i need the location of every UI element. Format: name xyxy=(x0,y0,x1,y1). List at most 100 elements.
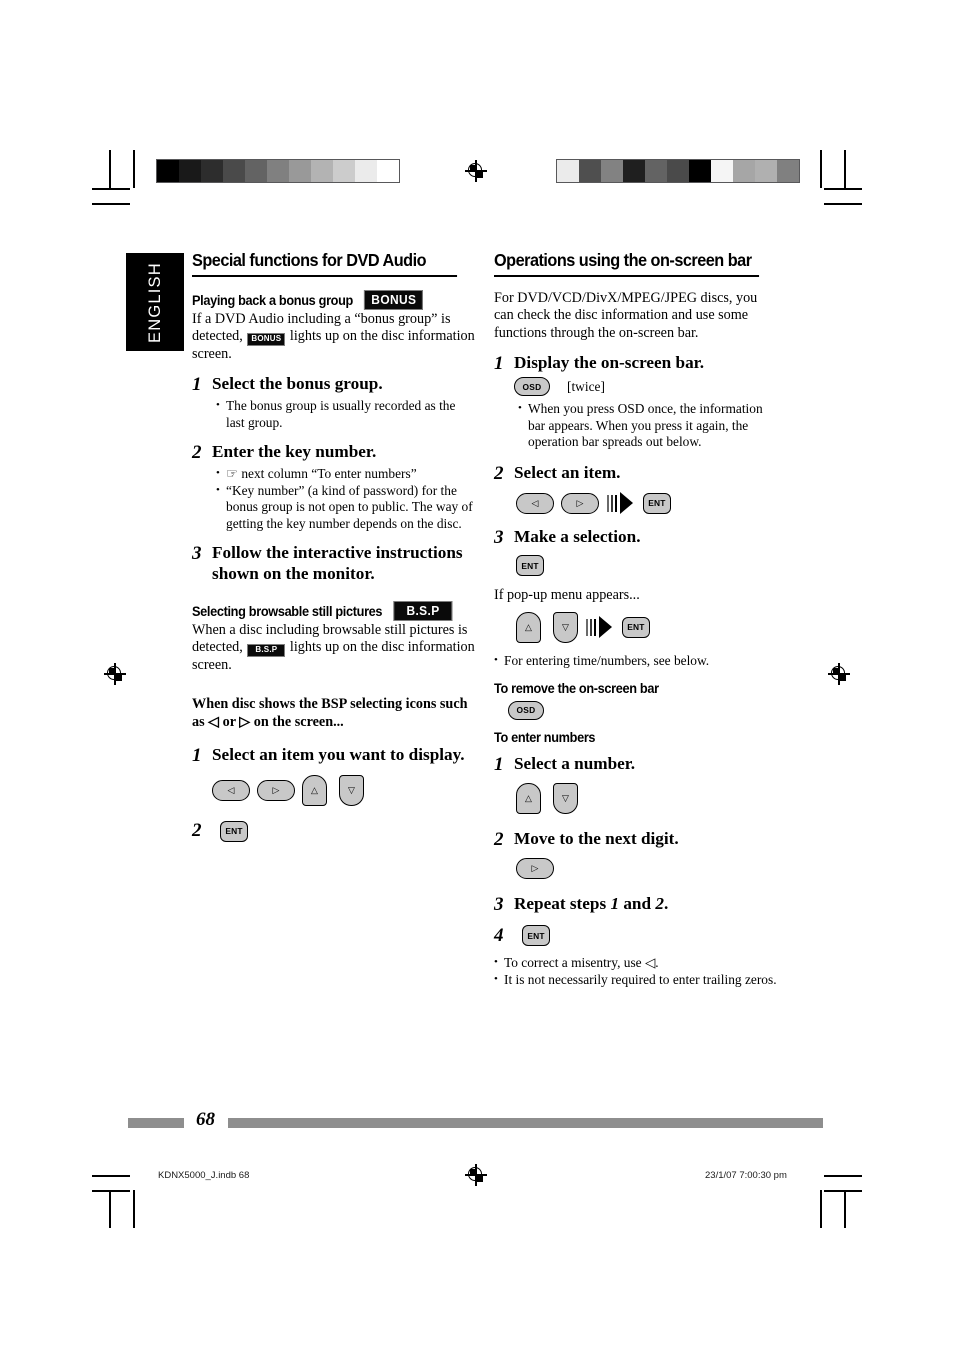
up-arrow-icon: △ xyxy=(525,792,532,803)
registration-mark-bottom xyxy=(465,1164,487,1186)
calibration-swatch-9 xyxy=(355,160,377,182)
calibration-swatch-8 xyxy=(733,160,755,182)
footer-timestamp: 23/1/07 7:00:30 pm xyxy=(705,1170,787,1181)
list-item: To correct a misentry, use ◁. xyxy=(494,954,779,971)
osd-key-label: OSD xyxy=(522,381,542,392)
calibration-swatch-1 xyxy=(179,160,201,182)
ent-key[interactable]: ENT xyxy=(522,925,550,947)
calibration-swatch-7 xyxy=(711,160,733,182)
left-arrow-icon: ◁ xyxy=(227,785,235,796)
step-number: 4 xyxy=(494,924,504,946)
right-arrow-key[interactable]: ▷ xyxy=(561,492,599,514)
page-number: 68 xyxy=(196,1109,215,1130)
trim-mark xyxy=(92,188,130,190)
trim-mark xyxy=(824,188,862,190)
right-arrow-key[interactable]: ▷ xyxy=(257,780,295,802)
calibration-swatch-7 xyxy=(311,160,333,182)
trim-mark xyxy=(844,1190,846,1228)
bsp-badge-inline: B.S.P xyxy=(247,643,286,657)
down-arrow-key[interactable]: ▽ xyxy=(553,611,578,643)
step-osb-3: 3 Make a selection. xyxy=(494,527,779,548)
footer-rule-right xyxy=(228,1118,823,1128)
ent-key[interactable]: ENT xyxy=(220,820,248,842)
left-arrow-icon: ◁ xyxy=(531,497,539,508)
step-osb-1: 1 Display the on-screen bar. xyxy=(494,353,779,374)
step-text: Select a number. xyxy=(514,753,636,773)
ent-key[interactable]: ENT xyxy=(621,616,650,638)
bonus-badge-inline: BONUS xyxy=(247,332,286,346)
then-arrow-icon xyxy=(586,616,612,639)
trim-mark xyxy=(133,150,135,188)
ent-key-label: ENT xyxy=(648,498,666,509)
repeat-n2: 2 xyxy=(655,893,664,913)
registration-mark-right xyxy=(828,663,850,685)
ent-key[interactable]: ENT xyxy=(642,492,671,514)
left-arrow-key[interactable]: ◁ xyxy=(212,780,250,802)
calibration-swatch-5 xyxy=(267,160,289,182)
ent-key[interactable]: ENT xyxy=(516,555,544,577)
trim-mark xyxy=(824,203,862,205)
calibration-swatch-0 xyxy=(557,160,579,182)
page-title-right: Operations using the on-screen bar xyxy=(494,250,760,277)
osd-twice-label: [twice] xyxy=(567,378,605,394)
left-arrow-key[interactable]: ◁ xyxy=(516,492,554,514)
heading-label: Playing back a bonus group xyxy=(192,292,354,308)
down-arrow-key[interactable]: ▽ xyxy=(553,782,578,814)
step-text: Display the on-screen bar. xyxy=(514,353,705,373)
footer-rule-left xyxy=(128,1118,184,1128)
step-number: 1 xyxy=(192,374,202,396)
registration-mark-left xyxy=(104,663,126,685)
step-bsp-1: 1 Select an item you want to display. xyxy=(192,745,477,766)
osd-key[interactable]: OSD xyxy=(514,377,550,397)
heading-enter-numbers: To enter numbers xyxy=(494,729,596,745)
step-number: 2 xyxy=(494,828,504,850)
calibration-swatch-0 xyxy=(157,160,179,182)
ent-key-label: ENT xyxy=(627,622,645,633)
calibration-swatch-2 xyxy=(601,160,623,182)
trim-mark xyxy=(820,150,822,188)
up-arrow-icon: △ xyxy=(525,621,532,632)
list-item: “Key number” (a kind of password) for th… xyxy=(216,482,477,532)
manual-page: ENGLISH Special functions for DVD Audio … xyxy=(0,0,954,1351)
registration-mark-top xyxy=(465,160,487,182)
step-text: Select an item. xyxy=(514,463,621,483)
step-text: Make a selection. xyxy=(514,527,641,547)
step-osb-1-bullets: When you press OSD once, the information… xyxy=(494,400,779,450)
bsp-badge: B.S.P xyxy=(393,601,453,621)
step-text: Select an item you want to display. xyxy=(212,745,465,765)
trim-mark xyxy=(824,1175,862,1177)
footer-filename: KDNX5000_J.indb 68 xyxy=(158,1170,250,1181)
down-arrow-icon: ▽ xyxy=(562,621,569,632)
ent-key-label: ENT xyxy=(527,930,545,941)
list-item: The bonus group is usually recorded as t… xyxy=(216,397,477,431)
up-arrow-key[interactable]: △ xyxy=(516,782,541,814)
up-arrow-key[interactable]: △ xyxy=(516,611,541,643)
down-arrow-key[interactable]: ▽ xyxy=(339,775,364,807)
trim-mark xyxy=(824,1190,862,1192)
ent-key-label: ENT xyxy=(521,560,539,571)
key-row-select-number: △ ▽ xyxy=(516,782,779,814)
step-num-1: 1 Select a number. xyxy=(494,754,779,775)
step-text: Move to the next digit. xyxy=(514,828,679,848)
right-arrow-key[interactable]: ▷ xyxy=(516,857,554,879)
repeat-n1: 1 xyxy=(610,893,620,913)
right-arrow-icon: ▷ xyxy=(272,785,280,796)
step-number: 3 xyxy=(192,543,202,564)
then-arrow-icon xyxy=(607,492,633,515)
step-bonus-1: 1 Select the bonus group. xyxy=(192,374,477,395)
heading-remove-bar: To remove the on-screen bar xyxy=(494,680,659,696)
calibration-swatch-1 xyxy=(579,160,601,182)
bonus-badge: BONUS xyxy=(364,290,424,310)
up-arrow-key[interactable]: △ xyxy=(302,775,327,807)
step-bonus-2-bullets: ☞ next column “To enter numbers” “Key nu… xyxy=(192,465,477,532)
osd-key[interactable]: OSD xyxy=(508,700,544,720)
key-row-popup-menu: △ ▽ ENT xyxy=(516,611,779,643)
trim-mark xyxy=(844,150,846,188)
right-column: Operations using the on-screen bar For D… xyxy=(494,250,779,988)
osd-key-label: OSD xyxy=(516,705,536,716)
step-bonus-3: 3 Follow the interactive instructions sh… xyxy=(192,543,477,584)
step-bsp-2: 2 ENT xyxy=(192,820,477,842)
step-number: 2 xyxy=(494,463,504,485)
calibration-strip-right xyxy=(556,159,800,183)
heading-playing-bonus-group: Playing back a bonus group BONUS xyxy=(192,290,463,310)
